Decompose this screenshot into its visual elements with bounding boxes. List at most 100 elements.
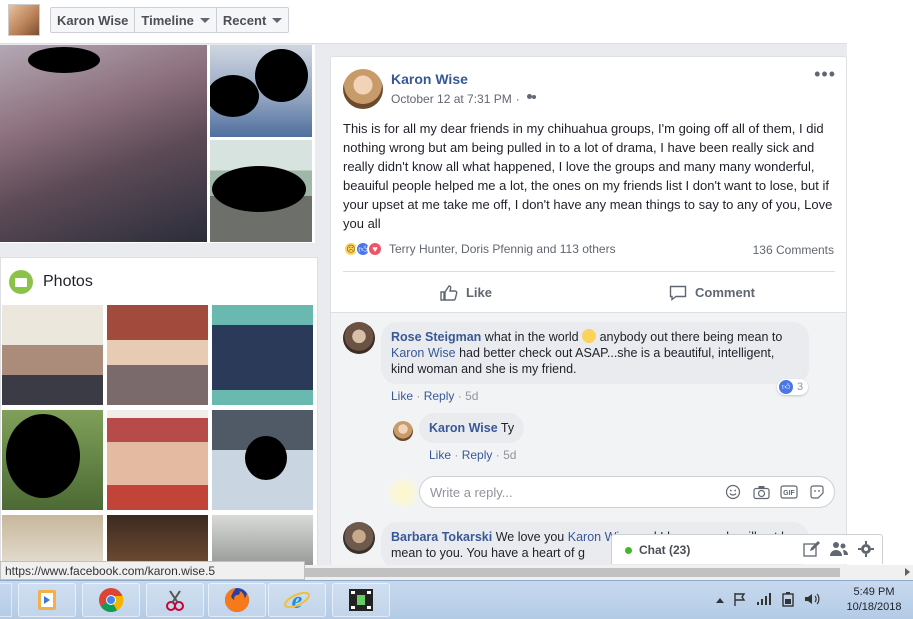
friends-icon[interactable] xyxy=(526,94,538,104)
photo-thumbnail[interactable] xyxy=(2,410,103,510)
comment-like-link[interactable]: Like xyxy=(391,389,413,403)
people-icon[interactable] xyxy=(830,541,848,560)
show-hidden-icons-icon[interactable] xyxy=(716,597,724,603)
redaction-mark xyxy=(212,166,306,212)
collage-photo-bottom-right[interactable] xyxy=(210,140,312,242)
redaction-mark xyxy=(6,414,80,498)
redaction-mark xyxy=(255,49,308,102)
comments-section: Rose Steigman what in the world anybody … xyxy=(331,312,846,565)
like-button[interactable]: Like xyxy=(343,272,589,313)
emoji-icon[interactable] xyxy=(724,483,742,501)
photo-thumbnail[interactable] xyxy=(107,305,208,405)
chrome-app-icon[interactable] xyxy=(82,583,140,617)
more-options-icon[interactable]: ••• xyxy=(814,65,836,83)
firefox-app-icon[interactable] xyxy=(208,583,266,617)
redaction-mark xyxy=(28,47,100,73)
love-reaction-icon: ♥ xyxy=(367,241,383,257)
battery-icon[interactable] xyxy=(781,591,795,610)
timeline-header: Karon Wise Timeline Recent xyxy=(0,0,847,44)
gif-icon[interactable]: GIF xyxy=(780,483,798,501)
reply-highlight xyxy=(388,478,418,508)
post-author[interactable]: Karon Wise xyxy=(391,71,468,87)
chevron-down-icon xyxy=(272,17,283,23)
horizontal-scrollbar[interactable] xyxy=(305,565,913,580)
reply-age[interactable]: 5d xyxy=(503,448,516,462)
scroll-right-icon[interactable] xyxy=(905,568,910,576)
comment-reply-link[interactable]: Reply xyxy=(424,389,455,403)
timeline-dropdown[interactable]: Timeline xyxy=(135,8,217,32)
flag-icon[interactable] xyxy=(733,592,747,609)
online-status-icon xyxy=(625,547,632,554)
collage-photo-top-right[interactable] xyxy=(210,45,312,137)
volume-icon[interactable] xyxy=(804,592,820,609)
timeline-nav: Karon Wise Timeline Recent xyxy=(50,7,290,33)
author-avatar[interactable] xyxy=(343,69,383,109)
photo-thumbnail[interactable] xyxy=(212,305,313,405)
chat-bar[interactable]: Chat (23) xyxy=(611,534,883,564)
comment-like-count[interactable]: 👍︎ 3 xyxy=(777,379,809,395)
network-signal-icon[interactable] xyxy=(756,592,772,609)
redaction-mark xyxy=(210,75,259,117)
reply-reply-link[interactable]: Reply xyxy=(462,448,493,462)
system-tray xyxy=(716,583,820,617)
photo-thumbnail[interactable] xyxy=(107,410,208,510)
gear-icon[interactable] xyxy=(858,541,874,560)
post-actions: Like Comment xyxy=(343,271,835,313)
photos-header[interactable]: Photos xyxy=(9,270,93,294)
like-label: Like xyxy=(465,285,492,300)
commenter-avatar[interactable] xyxy=(343,322,375,354)
svg-text:e: e xyxy=(292,588,303,614)
recent-dropdown[interactable]: Recent xyxy=(217,8,288,32)
photo-collage xyxy=(0,45,315,243)
comment-actions: Like · Reply · 5d xyxy=(391,389,479,403)
comment-text: Ty xyxy=(500,421,515,435)
thumbs-up-icon xyxy=(440,284,458,301)
snipping-tool-app-icon[interactable] xyxy=(146,583,204,617)
post-timestamp[interactable]: October 12 at 7:31 PM xyxy=(391,92,512,106)
meta-separator: · xyxy=(515,92,520,106)
profile-avatar[interactable] xyxy=(8,4,40,36)
chat-label: Chat (23) xyxy=(639,543,691,557)
like-reaction-icon: 👍︎ xyxy=(779,380,793,394)
comment-text: anybody out there being mean to xyxy=(599,330,783,344)
reply-like-link[interactable]: Like xyxy=(429,448,451,462)
compose-icon[interactable] xyxy=(803,541,820,560)
worried-emoji-icon xyxy=(582,329,597,343)
photos-title: Photos xyxy=(43,273,93,290)
scrollbar-thumb[interactable] xyxy=(305,568,840,577)
video-editor-app-icon[interactable] xyxy=(332,583,390,617)
commenter-name[interactable]: Barbara Tokarski xyxy=(391,530,492,544)
comment-bubble: Rose Steigman what in the world anybody … xyxy=(381,322,809,384)
profile-name-link[interactable]: Karon Wise xyxy=(51,8,136,32)
collage-photo-large[interactable] xyxy=(0,45,207,242)
reply-placeholder: Write a reply... xyxy=(430,485,513,500)
status-bar-url: https://www.facebook.com/karon.wise.5 xyxy=(0,561,305,580)
photos-card: Photos xyxy=(0,257,318,577)
sticker-icon[interactable] xyxy=(808,483,826,501)
mention-link[interactable]: Karon Wise xyxy=(391,346,456,360)
comment-button[interactable]: Comment xyxy=(589,272,835,313)
internet-explorer-app-icon[interactable]: e xyxy=(268,583,326,617)
comment-text: We love you xyxy=(495,530,565,544)
reply-input[interactable]: Write a reply... GIF xyxy=(419,476,835,508)
comment-icon xyxy=(669,285,687,301)
commenter-avatar[interactable] xyxy=(343,522,375,554)
comment-text: what in the world xyxy=(484,330,579,344)
camera-icon[interactable] xyxy=(752,483,770,501)
photos-icon xyxy=(9,270,33,294)
taskbar-clock[interactable]: 5:49 PM 10/18/2018 xyxy=(838,585,910,615)
commenter-name[interactable]: Karon Wise xyxy=(429,421,498,435)
commenter-avatar[interactable] xyxy=(393,421,413,441)
svg-text:GIF: GIF xyxy=(783,490,795,497)
page-right-margin xyxy=(847,0,913,565)
clock-date: 10/18/2018 xyxy=(846,601,902,613)
clock-time: 5:49 PM xyxy=(853,586,895,598)
comments-count[interactable]: 136 Comments xyxy=(753,243,834,257)
comment-age[interactable]: 5d xyxy=(465,389,478,403)
media-player-app-icon[interactable] xyxy=(18,583,76,617)
reactions-summary[interactable]: ☹ 👍︎ ♥ Terry Hunter, Doris Pfennig and 1… xyxy=(343,241,616,257)
commenter-name[interactable]: Rose Steigman xyxy=(391,330,481,344)
photo-thumbnail[interactable] xyxy=(212,410,313,510)
photo-thumbnail[interactable] xyxy=(2,305,103,405)
post-text: This is for all my dear friends in my ch… xyxy=(343,121,833,231)
